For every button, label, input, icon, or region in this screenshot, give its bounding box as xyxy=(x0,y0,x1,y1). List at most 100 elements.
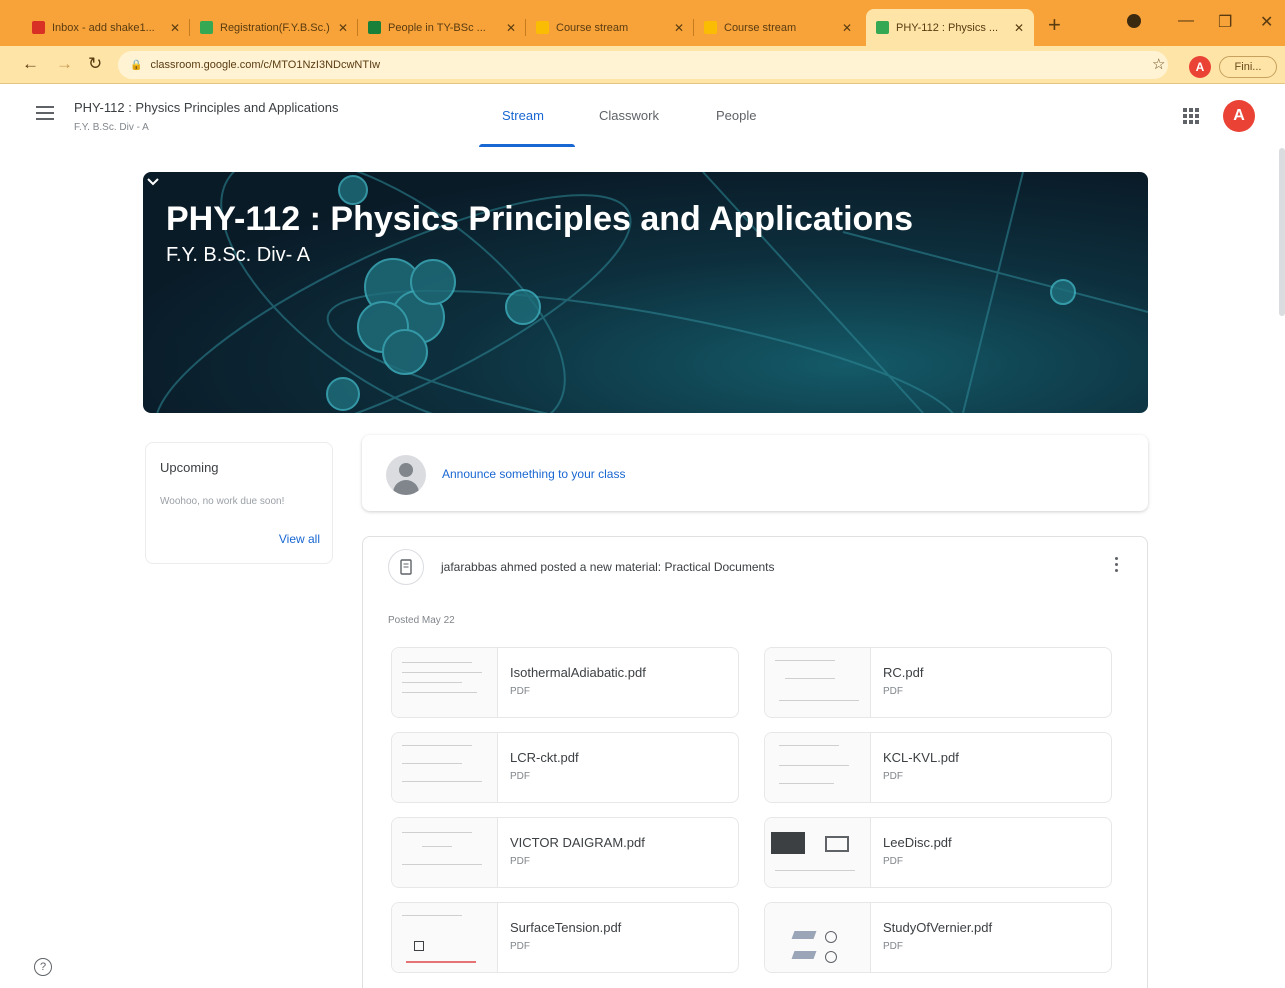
browser-tab[interactable]: Course stream ✕ xyxy=(526,9,694,46)
forward-icon[interactable]: → xyxy=(56,54,73,74)
classroom-icon xyxy=(876,21,889,34)
attachment-type: PDF xyxy=(510,686,530,697)
close-tab-icon[interactable]: ✕ xyxy=(506,21,516,35)
course-banner: PHY-112 : Physics Principles and Applica… xyxy=(143,172,1148,413)
classroom-header: PHY-112 : Physics Principles and Applica… xyxy=(0,84,1285,148)
media-control-icon[interactable] xyxy=(1127,14,1141,28)
forms-icon xyxy=(200,21,213,34)
material-icon xyxy=(388,549,424,585)
pdf-thumbnail xyxy=(765,648,871,717)
new-tab-icon[interactable]: + xyxy=(1048,12,1061,38)
tab-title: People in TY-BSc ... xyxy=(388,21,486,34)
tab-classwork[interactable]: Classwork xyxy=(599,108,659,123)
tab-title: Course stream xyxy=(724,21,797,34)
tab-stream[interactable]: Stream xyxy=(502,108,544,123)
attachment-name: SurfaceTension.pdf xyxy=(510,920,622,935)
attachment-type: PDF xyxy=(510,856,530,867)
close-tab-icon[interactable]: ✕ xyxy=(674,21,684,35)
close-tab-icon[interactable]: ✕ xyxy=(1014,21,1024,35)
bookmark-star-icon[interactable]: ☆ xyxy=(1152,55,1165,73)
pdf-thumbnail xyxy=(392,903,498,972)
attachment-type: PDF xyxy=(510,941,530,952)
banner-subtitle: F.Y. B.Sc. Div- A xyxy=(166,244,311,266)
attachment-card[interactable]: KCL-KVL.pdf PDF xyxy=(764,732,1112,803)
classroom-icon xyxy=(704,21,717,34)
attachment-card[interactable]: RC.pdf PDF xyxy=(764,647,1112,718)
attachment-type: PDF xyxy=(883,941,903,952)
attachment-card[interactable]: LCR-ckt.pdf PDF xyxy=(391,732,739,803)
upcoming-empty-text: Woohoo, no work due soon! xyxy=(160,496,285,507)
attachment-name: KCL-KVL.pdf xyxy=(883,750,959,765)
reload-icon[interactable]: ↻ xyxy=(88,54,102,74)
active-tab-indicator xyxy=(479,144,575,147)
gmail-icon xyxy=(32,21,45,34)
attachment-card[interactable]: VICTOR DAIGRAM.pdf PDF xyxy=(391,817,739,888)
banner-title: PHY-112 : Physics Principles and Applica… xyxy=(166,200,914,238)
attachment-type: PDF xyxy=(883,856,903,867)
browser-tab[interactable]: Registration(F.Y.B.Sc.) ✕ xyxy=(190,9,358,46)
chevron-down-icon[interactable] xyxy=(143,172,163,192)
pdf-thumbnail xyxy=(765,733,871,802)
course-name[interactable]: PHY-112 : Physics Principles and Applica… xyxy=(74,100,338,115)
attachment-card[interactable]: IsothermalAdiabatic.pdf PDF xyxy=(391,647,739,718)
post-title[interactable]: jafarabbas ahmed posted a new material: … xyxy=(441,560,775,574)
tab-title: PHY-112 : Physics ... xyxy=(896,21,999,34)
classroom-icon xyxy=(368,21,381,34)
pdf-thumbnail xyxy=(392,818,498,887)
user-avatar[interactable]: A xyxy=(1223,100,1255,132)
finish-update-button[interactable]: Fini... xyxy=(1219,56,1277,78)
course-section: F.Y. B.Sc. Div - A xyxy=(74,122,149,133)
close-tab-icon[interactable]: ✕ xyxy=(842,21,852,35)
close-tab-icon[interactable]: ✕ xyxy=(338,21,348,35)
tab-people[interactable]: People xyxy=(716,108,756,123)
attachment-name: StudyOfVernier.pdf xyxy=(883,920,993,935)
browser-tab[interactable]: Course stream ✕ xyxy=(694,9,862,46)
attachment-type: PDF xyxy=(883,686,903,697)
browser-tab[interactable]: People in TY-BSc ... ✕ xyxy=(358,9,526,46)
browser-tab-strip: Inbox - add shake1... ✕ Registration(F.Y… xyxy=(0,0,1285,46)
pdf-thumbnail xyxy=(392,733,498,802)
announce-box[interactable]: Announce something to your class xyxy=(362,435,1148,511)
attachment-name: RC.pdf xyxy=(883,665,924,680)
attachment-type: PDF xyxy=(510,771,530,782)
post-date: Posted May 22 xyxy=(388,615,455,626)
pdf-thumbnail xyxy=(392,648,498,717)
attachment-name: VICTOR DAIGRAM.pdf xyxy=(510,835,645,850)
browser-profile-avatar[interactable]: A xyxy=(1189,56,1211,78)
pdf-thumbnail xyxy=(765,818,871,887)
classroom-icon xyxy=(536,21,549,34)
announce-placeholder[interactable]: Announce something to your class xyxy=(442,467,625,481)
help-icon[interactable]: ? xyxy=(34,958,52,976)
tab-title: Course stream xyxy=(556,21,629,34)
close-tab-icon[interactable]: ✕ xyxy=(170,21,180,35)
google-apps-icon[interactable] xyxy=(1183,108,1199,124)
attachment-card[interactable]: StudyOfVernier.pdf PDF xyxy=(764,902,1112,973)
lock-icon: 🔒 xyxy=(130,59,143,71)
material-post: jafarabbas ahmed posted a new material: … xyxy=(362,536,1148,988)
main-menu-icon[interactable] xyxy=(36,106,54,120)
url-text: classroom.google.com/c/MTO1NzI3NDcwNTIw xyxy=(150,59,381,71)
attachment-name: LeeDisc.pdf xyxy=(883,835,952,850)
more-options-icon[interactable] xyxy=(1115,557,1119,575)
view-all-link[interactable]: View all xyxy=(279,532,320,546)
minimize-icon[interactable]: — xyxy=(1178,12,1194,30)
browser-tab[interactable]: Inbox - add shake1... ✕ xyxy=(22,9,190,46)
upcoming-card: Upcoming Woohoo, no work due soon! View … xyxy=(145,442,333,564)
close-window-icon[interactable]: ✕ xyxy=(1260,12,1273,32)
attachment-type: PDF xyxy=(883,771,903,782)
attachment-card[interactable]: LeeDisc.pdf PDF xyxy=(764,817,1112,888)
browser-tab-active[interactable]: PHY-112 : Physics ... ✕ xyxy=(866,9,1034,46)
scrollbar[interactable] xyxy=(1279,148,1285,316)
address-bar[interactable]: 🔒 classroom.google.com/c/MTO1NzI3NDcwNTI… xyxy=(118,51,1168,79)
restore-icon[interactable]: ❐ xyxy=(1218,12,1232,32)
attachment-card[interactable]: SurfaceTension.pdf PDF xyxy=(391,902,739,973)
tab-title: Inbox - add shake1... xyxy=(52,21,155,34)
avatar xyxy=(386,455,426,495)
upcoming-title: Upcoming xyxy=(160,460,219,475)
browser-toolbar: ← → ↻ 🔒 classroom.google.com/c/MTO1NzI3N… xyxy=(0,46,1285,84)
tab-title: Registration(F.Y.B.Sc.) xyxy=(220,21,330,34)
back-icon[interactable]: ← xyxy=(22,54,39,74)
pdf-thumbnail xyxy=(765,903,871,972)
attachment-name: LCR-ckt.pdf xyxy=(510,750,579,765)
attachment-name: IsothermalAdiabatic.pdf xyxy=(510,665,646,680)
